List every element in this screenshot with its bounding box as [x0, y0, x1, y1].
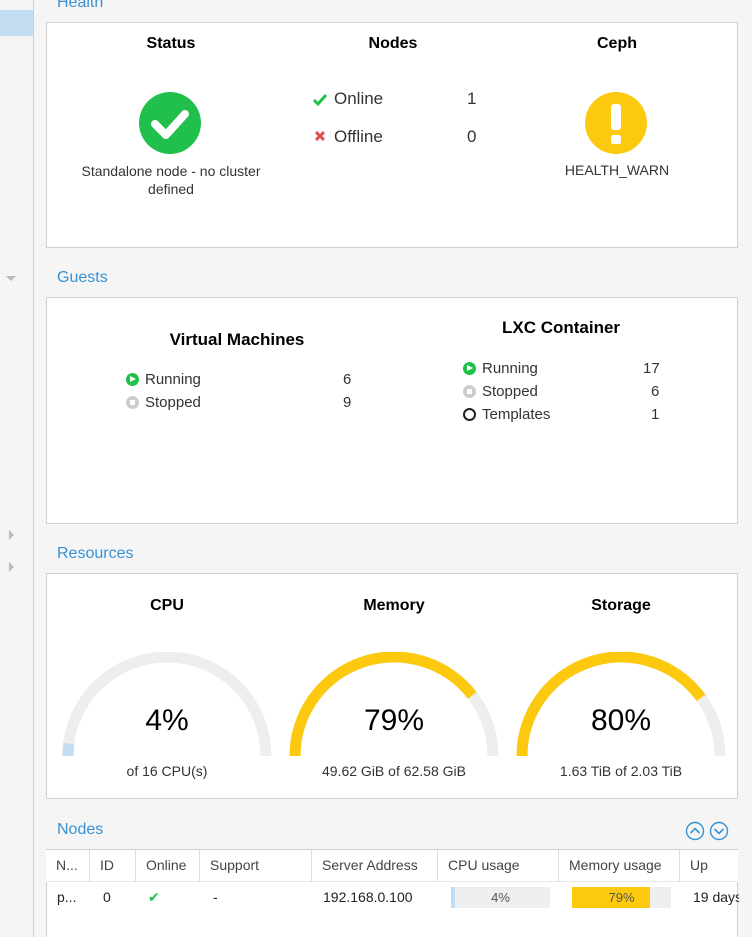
- check-icon: [312, 94, 328, 107]
- column-header-support[interactable]: Support: [200, 850, 312, 883]
- resources-panel-header: Resources: [46, 535, 738, 573]
- online-check-icon: ✔: [148, 889, 160, 905]
- lxc-stopped-label: Stopped: [482, 383, 538, 400]
- storage-percent: 80%: [590, 704, 652, 737]
- vm-running-count: 6: [343, 371, 352, 388]
- ceph-status-text: HEALTH_WARN: [564, 162, 670, 178]
- vm-stopped-label: Stopped: [145, 394, 201, 411]
- resources-panel: Resources CPU 4% of 16 CPU(s) Memory 79%…: [46, 535, 738, 799]
- lxc-running-label: Running: [482, 360, 538, 377]
- status-text: Standalone node - no cluster defined: [81, 163, 261, 197]
- memory-subtext: 49.62 GiB of 62.58 GiB: [322, 763, 466, 779]
- cell-name: p...: [57, 889, 77, 905]
- column-header-memory-usage[interactable]: Memory usage: [559, 850, 680, 883]
- column-header-uptime[interactable]: Up: [680, 850, 738, 883]
- health-panel-body: Status Standalone node - no cluster defi…: [46, 22, 738, 248]
- lxc-stopped-count: 6: [651, 383, 660, 400]
- column-header-online[interactable]: Online: [136, 850, 200, 883]
- cell-id: 0: [103, 889, 111, 905]
- panel-title: Guests: [57, 269, 108, 286]
- resources-panel-body: CPU 4% of 16 CPU(s) Memory 79% 49.62 GiB…: [46, 573, 738, 799]
- cell-uptime: 19 days: [693, 889, 739, 905]
- nodes-panel-header: Nodes: [46, 811, 738, 849]
- nodes-online-count: 1: [467, 89, 477, 108]
- exclamation-circle-icon: [585, 92, 647, 154]
- stopped-icon: [126, 396, 139, 409]
- collapse-up-icon[interactable]: [685, 821, 705, 841]
- nodes-grid-header: N... ID Online Support Server Address CP…: [46, 849, 738, 883]
- expand-right-icon[interactable]: [9, 562, 14, 572]
- running-icon: [126, 373, 139, 386]
- nodes-online-label: Online: [334, 89, 384, 108]
- sidebar: [0, 0, 34, 937]
- cpu-subtext: of 16 CPU(s): [126, 763, 208, 779]
- x-icon: [314, 130, 326, 142]
- vm-heading: Virtual Machines: [169, 330, 305, 349]
- vm-stopped-count: 9: [343, 394, 352, 411]
- ceph-heading: Ceph: [597, 35, 637, 52]
- panel-title: Nodes: [57, 821, 104, 838]
- memory-heading: Memory: [363, 597, 425, 614]
- memory-usage-text: 79%: [608, 890, 635, 905]
- guests-panel-body: Virtual Machines Running 6 Stopped 9 LXC…: [46, 297, 738, 524]
- nodes-grid-body: p... 0 ✔ - 192.168.0.100 4% 79% 19 days: [46, 882, 739, 937]
- expand-down-icon[interactable]: [6, 276, 16, 281]
- health-panel: Health Status Standalone node - no clust…: [46, 0, 738, 248]
- guests-panel: Guests Virtual Machines Running 6 Stoppe…: [46, 259, 738, 524]
- memory-usage-bar: 79%: [572, 887, 671, 908]
- table-row[interactable]: p... 0 ✔ - 192.168.0.100 4% 79% 19 days: [47, 884, 739, 910]
- lxc-running-count: 17: [643, 360, 660, 377]
- lxc-templates-count: 1: [651, 406, 660, 423]
- expand-down-circle-icon[interactable]: [709, 821, 729, 841]
- column-header-cpu-usage[interactable]: CPU usage: [438, 850, 559, 883]
- cpu-usage-text: 4%: [491, 890, 510, 905]
- nodes-offline-count: 0: [467, 127, 477, 146]
- cell-server-address: 192.168.0.100: [323, 889, 413, 905]
- column-header-name[interactable]: N...: [46, 850, 90, 883]
- health-panel-header: Health: [46, 0, 738, 22]
- lxc-heading: LXC Container: [501, 318, 621, 337]
- nodes-panel: Nodes N... ID Online Support Server Addr…: [46, 811, 739, 937]
- check-circle-icon: [139, 92, 201, 154]
- sidebar-selected-item[interactable]: [0, 10, 33, 36]
- panel-title: Resources: [57, 545, 134, 562]
- nodes-heading: Nodes: [368, 35, 418, 52]
- guests-panel-header: Guests: [46, 259, 738, 297]
- expand-right-icon[interactable]: [9, 530, 14, 540]
- running-icon: [463, 362, 476, 375]
- column-header-id[interactable]: ID: [90, 850, 136, 883]
- storage-subtext: 1.63 TiB of 2.03 TiB: [559, 763, 683, 779]
- vm-running-label: Running: [145, 371, 201, 388]
- column-header-server-address[interactable]: Server Address: [312, 850, 438, 883]
- panel-title: Health: [57, 0, 104, 11]
- cpu-heading: CPU: [150, 597, 184, 614]
- template-icon: [463, 408, 476, 421]
- memory-percent: 79%: [363, 704, 425, 737]
- status-heading: Status: [146, 35, 196, 52]
- storage-heading: Storage: [591, 597, 651, 614]
- cpu-percent: 4%: [145, 704, 189, 737]
- cpu-usage-bar: 4%: [451, 887, 550, 908]
- lxc-templates-label: Templates: [482, 406, 551, 423]
- nodes-offline-label: Offline: [334, 127, 383, 146]
- stopped-icon: [463, 385, 476, 398]
- cell-support: -: [213, 889, 218, 905]
